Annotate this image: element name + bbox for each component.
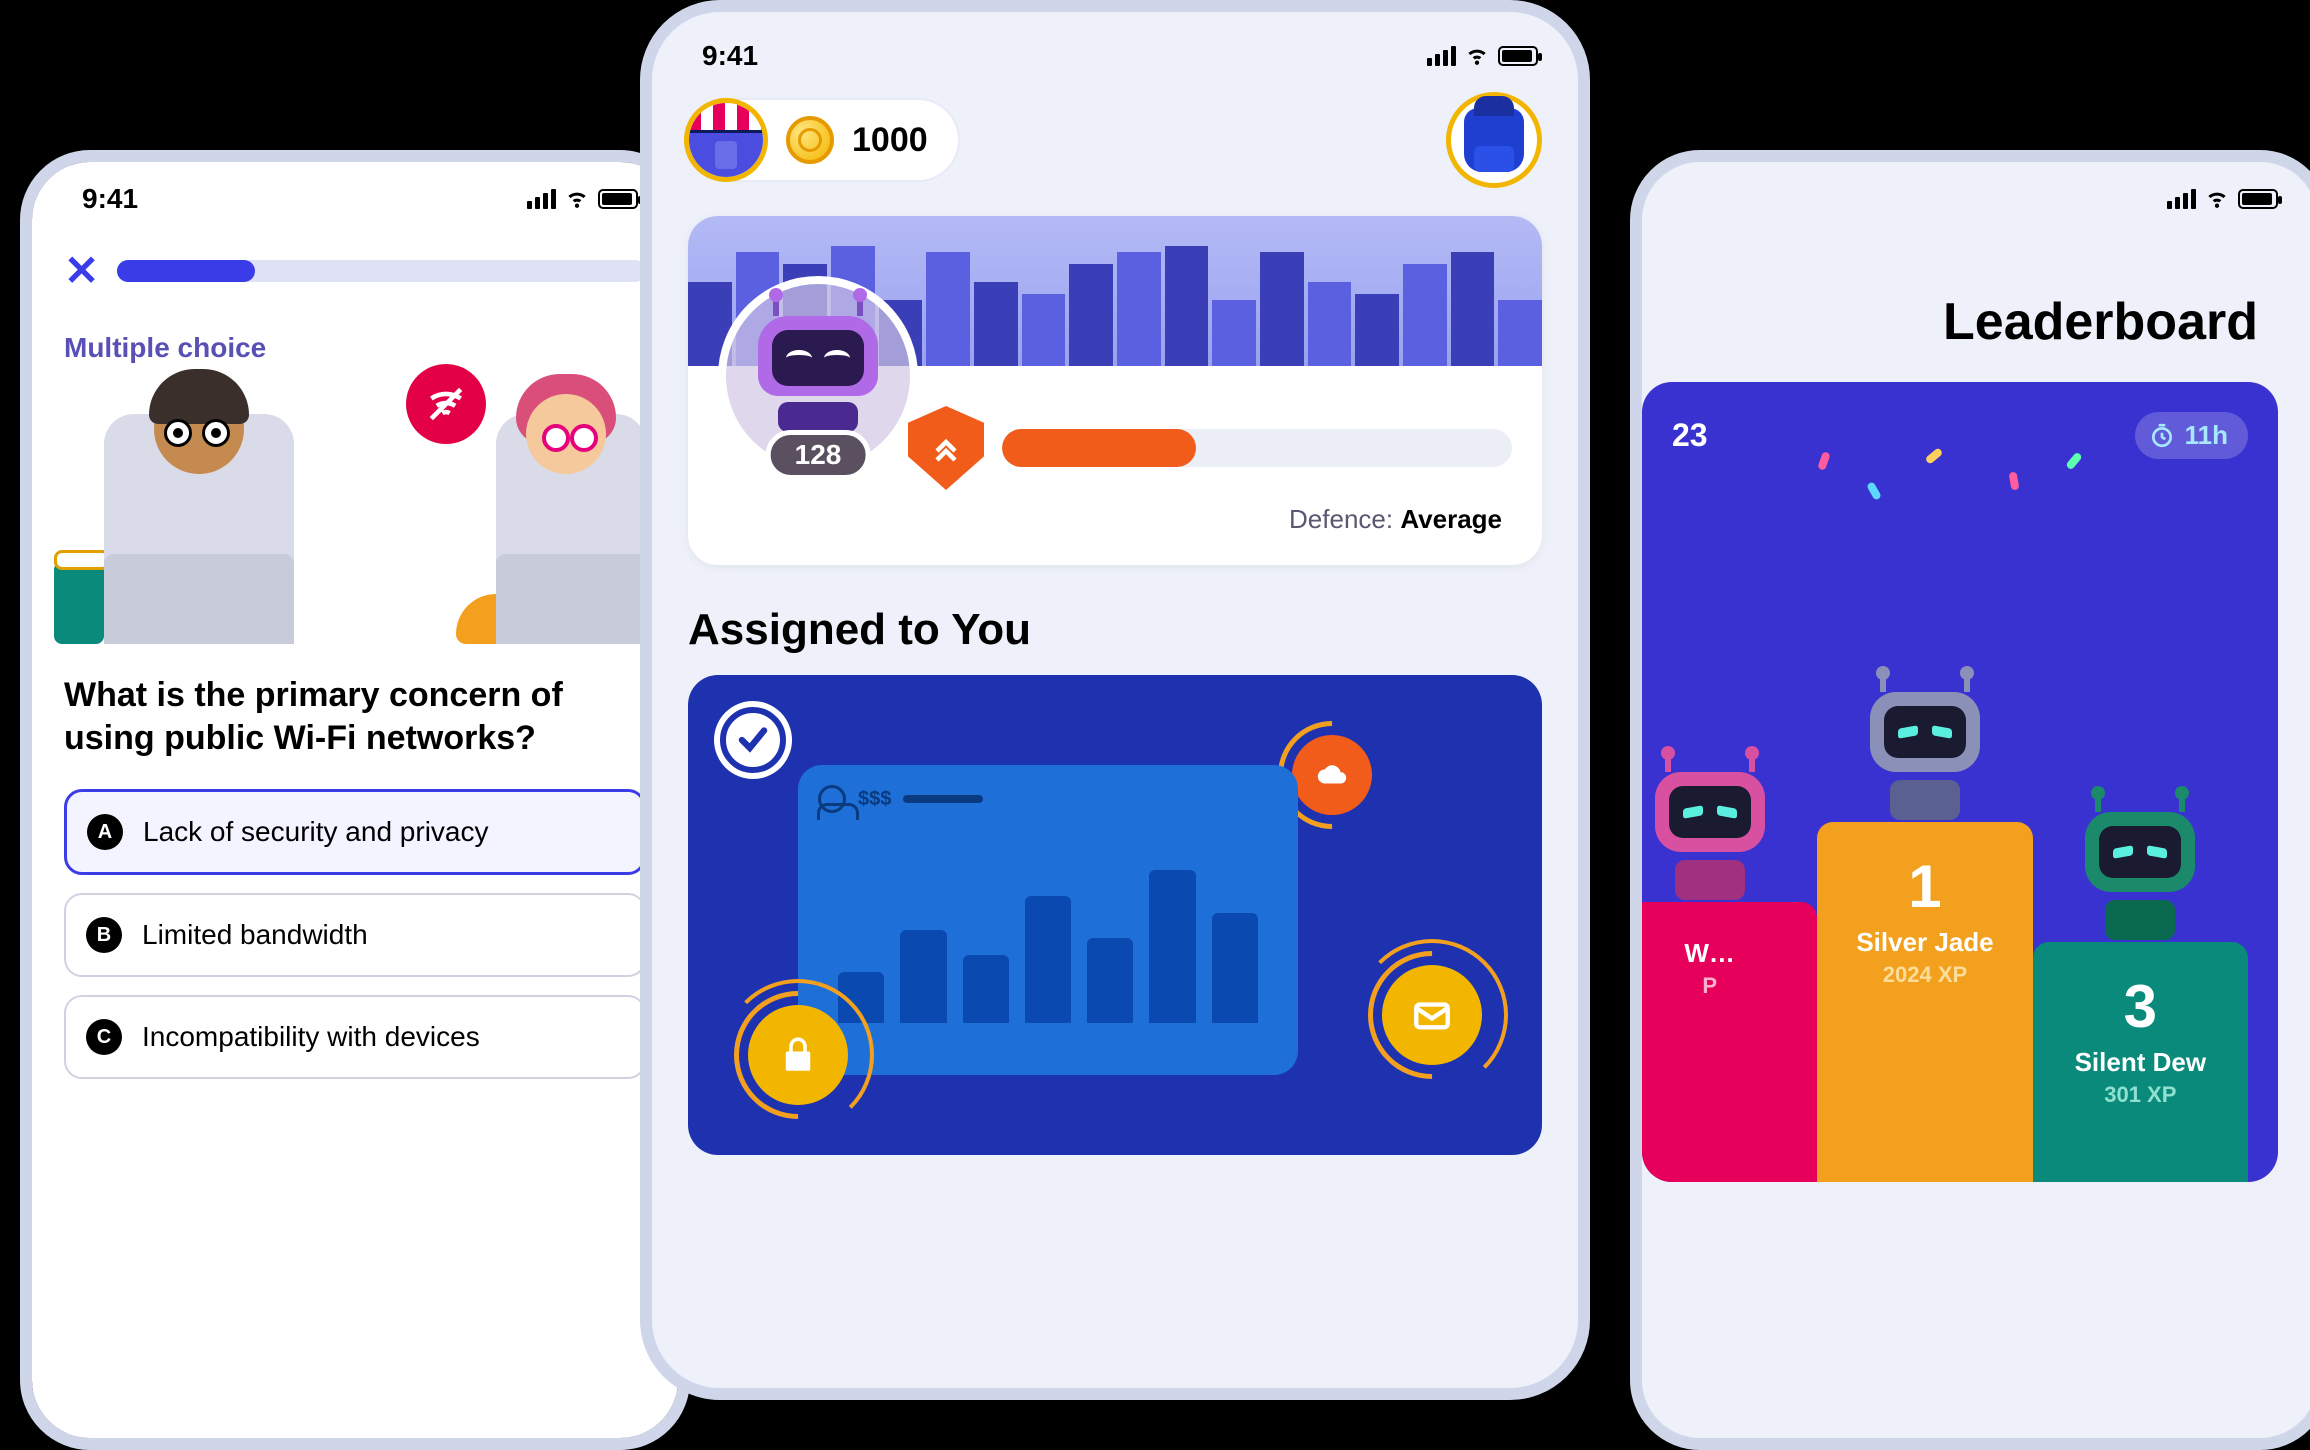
robot-avatar-icon <box>2075 812 2205 952</box>
rank-name: W… <box>1642 938 1817 969</box>
rank-name: Silent Dew <box>2033 1047 2248 1078</box>
player-hero-card[interactable]: 128 Defence: Average <box>688 216 1542 565</box>
coin-balance-value: 1000 <box>852 121 928 160</box>
option-a[interactable]: A Lack of security and privacy <box>64 789 646 875</box>
coin-balance-chip[interactable]: 1000 <box>688 100 958 180</box>
option-badge: B <box>86 917 122 953</box>
option-b[interactable]: B Limited bandwidth <box>64 893 646 977</box>
user-silhouette-icon <box>818 785 846 813</box>
options-list: A Lack of security and privacy B Limited… <box>32 779 678 1089</box>
rank-xp: P <box>1642 973 1817 999</box>
backpack-icon <box>1464 108 1524 172</box>
leaderboard-title: Leaderboard <box>1642 232 2310 382</box>
money-label: $$$ <box>858 788 891 811</box>
robot-avatar-icon <box>1860 692 1990 832</box>
option-badge: C <box>86 1019 122 1055</box>
mail-orb-icon <box>1382 965 1482 1065</box>
option-badge: A <box>87 814 123 850</box>
podium-rank-2[interactable]: W… P <box>1642 772 1817 1182</box>
wifi-icon <box>564 184 590 215</box>
shop-icon <box>684 98 768 182</box>
rank-number: 1 <box>1817 852 2032 921</box>
quiz-screen: 9:41 ✕ Multiple choice <box>20 150 690 1450</box>
shield-icon <box>908 406 984 490</box>
player-avatar[interactable]: 128 <box>718 276 918 476</box>
wifi-icon <box>1464 41 1490 72</box>
podium-rank-3[interactable]: 3 Silent Dew 301 XP <box>2033 812 2248 1182</box>
leaderboard-screen: 9:41 Leaderboard 23 11h <box>1630 150 2310 1450</box>
option-c[interactable]: C Incompatibility with devices <box>64 995 646 1079</box>
wifi-icon <box>2204 184 2230 215</box>
leaderboard-card[interactable]: 23 11h W… P <box>1642 382 2278 1182</box>
cellular-icon <box>527 189 556 209</box>
status-icons <box>2167 184 2278 215</box>
dashboard-illustration: $$$ <box>798 765 1298 1075</box>
battery-icon <box>598 189 638 209</box>
leaderboard-week: 23 <box>1672 417 1708 454</box>
battery-icon <box>1498 46 1538 66</box>
assigned-lesson-card[interactable]: $$$ <box>688 675 1542 1155</box>
rank-number: 3 <box>2033 972 2248 1041</box>
defence-label: Defence: Average <box>908 490 1512 535</box>
status-time: 9:41 <box>82 183 138 215</box>
robot-avatar-icon <box>753 316 883 436</box>
question-illustration <box>64 384 646 644</box>
status-bar: 9:41 <box>1642 162 2310 232</box>
option-text: Lack of security and privacy <box>143 816 489 848</box>
confetti-icon <box>1810 442 2110 542</box>
lock-orb-icon <box>748 1005 848 1105</box>
stopwatch-icon <box>2149 423 2175 449</box>
option-text: Limited bandwidth <box>142 919 368 951</box>
coin-icon <box>786 116 834 164</box>
quiz-progress-bar <box>117 260 646 282</box>
status-icons <box>1427 41 1538 72</box>
rank-name: Silver Jade <box>1817 927 2032 958</box>
no-wifi-badge-icon <box>406 364 486 444</box>
inventory-button[interactable] <box>1446 92 1542 188</box>
completed-check-icon <box>718 705 788 775</box>
status-time: 9:41 <box>702 40 758 72</box>
assigned-heading: Assigned to You <box>652 565 1578 675</box>
rank-xp: 301 XP <box>2033 1082 2248 1108</box>
question-text: What is the primary concern of using pub… <box>32 644 678 779</box>
robot-avatar-icon <box>1645 772 1775 912</box>
status-icons <box>527 184 638 215</box>
coffee-cup-icon <box>54 564 104 644</box>
rank-xp: 2024 XP <box>1817 962 2032 988</box>
status-bar: 9:41 <box>32 162 678 232</box>
podium-rank-1[interactable]: 1 Silver Jade 2024 XP <box>1817 692 2032 1182</box>
home-screen: 9:41 1000 <box>640 0 1590 1400</box>
leaderboard-timer: 11h <box>2135 412 2248 459</box>
defence-progress-bar <box>1002 429 1512 467</box>
status-bar: 9:41 <box>652 12 1578 82</box>
cellular-icon <box>1427 46 1456 66</box>
question-type-label: Multiple choice <box>32 292 678 364</box>
cellular-icon <box>2167 189 2196 209</box>
player-level-badge: 128 <box>766 430 871 480</box>
option-text: Incompatibility with devices <box>142 1021 480 1053</box>
cloud-orb-icon <box>1292 735 1372 815</box>
battery-icon <box>2238 189 2278 209</box>
close-button[interactable]: ✕ <box>64 250 99 292</box>
